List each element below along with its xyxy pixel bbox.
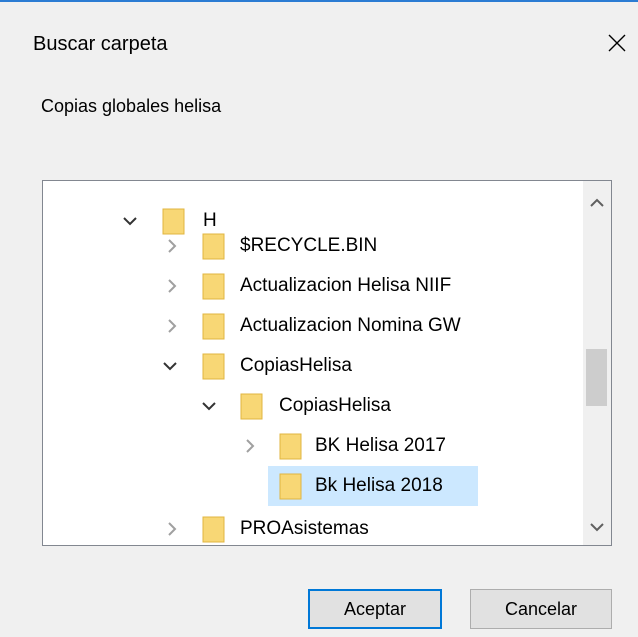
tree-item-label: CopiasHelisa bbox=[279, 395, 391, 416]
chevron-right-icon[interactable] bbox=[161, 235, 183, 257]
tree-item-label: CopiasHelisa bbox=[240, 355, 352, 376]
tree-item-copiashelisa-sub[interactable]: CopiasHelisa bbox=[43, 386, 583, 426]
folder-icon bbox=[279, 433, 302, 460]
chevron-up-icon bbox=[590, 198, 604, 207]
chevron-down-icon[interactable] bbox=[198, 395, 220, 417]
tree-item-label: Actualizacion Nomina GW bbox=[240, 315, 461, 336]
chevron-down-icon bbox=[590, 523, 604, 532]
tree-item-label: Bk Helisa 2018 bbox=[315, 475, 443, 496]
chevron-right-icon[interactable] bbox=[239, 435, 261, 457]
window-top-border bbox=[0, 0, 638, 2]
tree-item-actualizacion-helisa-niif[interactable]: Actualizacion Helisa NIIF bbox=[43, 266, 583, 306]
folder-icon bbox=[202, 313, 225, 340]
tree-item-recycle-bin[interactable]: $RECYCLE.BIN bbox=[43, 226, 583, 266]
close-button[interactable] bbox=[600, 26, 634, 60]
tree-item-label: PROAsistemas bbox=[240, 518, 369, 539]
tree-item-copiashelisa[interactable]: CopiasHelisa bbox=[43, 346, 583, 386]
scrollbar-thumb[interactable] bbox=[586, 349, 607, 406]
chevron-right-icon[interactable] bbox=[161, 275, 183, 297]
chevron-right-icon[interactable] bbox=[161, 518, 183, 540]
folder-icon bbox=[202, 353, 225, 380]
folder-icon bbox=[202, 233, 225, 260]
vertical-scrollbar[interactable] bbox=[583, 181, 611, 545]
tree-item-bk-helisa-2017[interactable]: BK Helisa 2017 bbox=[43, 426, 583, 466]
close-icon bbox=[608, 34, 626, 52]
folder-icon bbox=[202, 516, 225, 543]
tree-item-proasistemas[interactable]: PROAsistemas bbox=[43, 509, 583, 545]
chevron-down-icon[interactable] bbox=[159, 355, 181, 377]
tree-item-label: $RECYCLE.BIN bbox=[240, 235, 378, 256]
chevron-right-icon[interactable] bbox=[161, 315, 183, 337]
dialog-title: Buscar carpeta bbox=[33, 33, 168, 55]
accept-button[interactable]: Aceptar bbox=[308, 589, 442, 629]
tree-item-label: BK Helisa 2017 bbox=[315, 435, 446, 456]
folder-icon bbox=[240, 393, 263, 420]
tree-item-label: Actualizacion Helisa NIIF bbox=[240, 275, 452, 296]
tree-item-bk-helisa-2018[interactable]: Bk Helisa 2018 bbox=[268, 466, 478, 506]
cancel-button[interactable]: Cancelar bbox=[470, 589, 612, 629]
folder-icon bbox=[202, 273, 225, 300]
tree-item-actualizacion-nomina-gw[interactable]: Actualizacion Nomina GW bbox=[43, 306, 583, 346]
scroll-down-button[interactable] bbox=[583, 513, 611, 541]
dialog-description: Copias globales helisa bbox=[41, 96, 222, 116]
folder-icon bbox=[279, 473, 302, 500]
scroll-up-button[interactable] bbox=[583, 189, 611, 217]
folder-tree[interactable]: H $RECYCLE.BIN Actualizacion Helisa NIIF… bbox=[42, 180, 612, 546]
